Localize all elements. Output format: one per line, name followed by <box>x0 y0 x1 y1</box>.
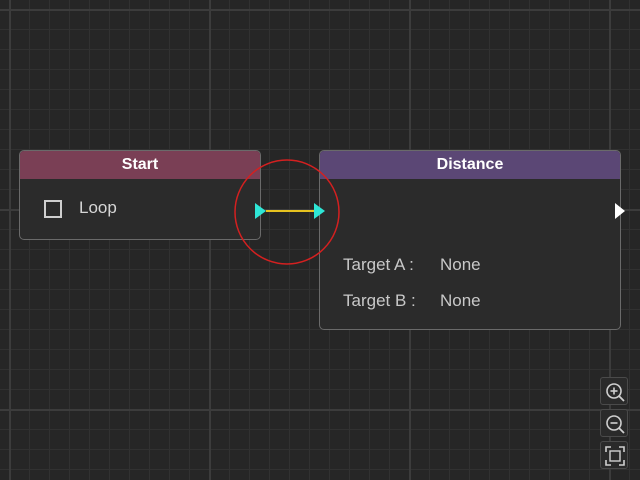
target-a-label: Target A : <box>343 255 414 274</box>
zoom-out-icon <box>606 415 625 434</box>
distance-node-title: Distance <box>320 151 620 179</box>
target-a-value[interactable]: None <box>440 255 481 275</box>
target-b-value[interactable]: None <box>440 291 481 311</box>
fit-view-icon <box>605 446 625 466</box>
zoom-in-icon <box>606 383 625 402</box>
start-node[interactable]: Start Loop <box>19 150 261 240</box>
zoom-in-button[interactable] <box>600 377 628 405</box>
start-node-title: Start <box>20 151 260 179</box>
zoom-out-button[interactable] <box>600 409 628 437</box>
distance-node[interactable]: Distance Target A : None Target B : None <box>319 150 621 330</box>
loop-checkbox[interactable] <box>44 200 62 218</box>
target-b-label: Target B : <box>343 291 416 310</box>
loop-label: Loop <box>79 198 117 217</box>
fit-view-button[interactable] <box>600 441 628 469</box>
